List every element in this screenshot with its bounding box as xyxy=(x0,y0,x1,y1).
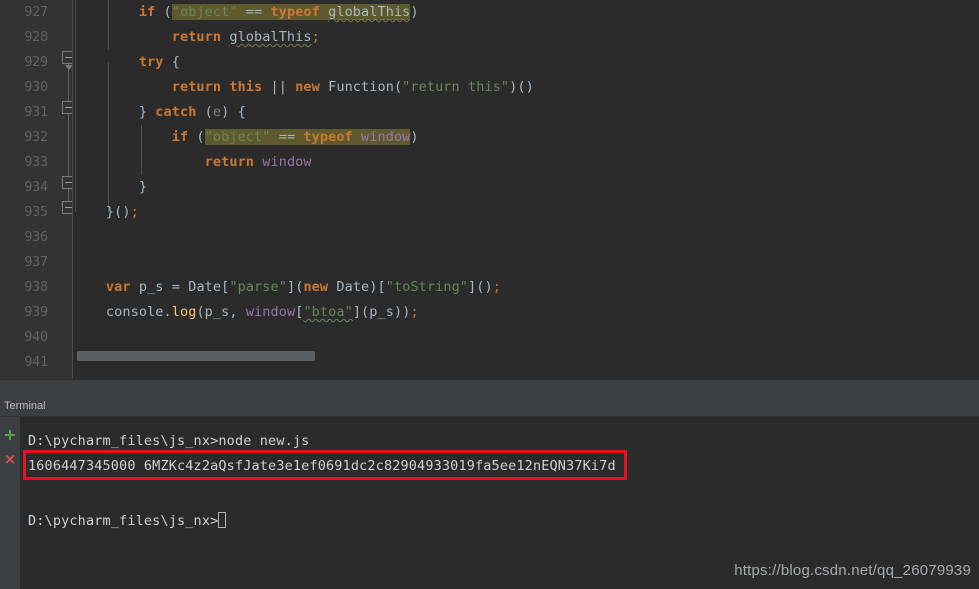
code-line-931[interactable]: } catch (e) { xyxy=(73,100,246,125)
terminal-result-line: 1606447345000 6MZKc4z2aQsfJate3e1ef0691d… xyxy=(28,458,616,474)
line-number: 939 xyxy=(24,304,48,320)
ide-window: 927 928 929 930 931 932 933 934 935 936 … xyxy=(0,0,979,589)
panel-divider[interactable] xyxy=(0,379,979,396)
line-number: 931 xyxy=(24,104,48,120)
line-number: 937 xyxy=(24,254,48,270)
code-folding-column[interactable] xyxy=(60,0,75,379)
code-line-928[interactable]: return globalThis; xyxy=(73,25,320,50)
line-number: 930 xyxy=(24,79,48,95)
code-line-930[interactable]: return this || new Function("return this… xyxy=(73,75,534,100)
line-number: 933 xyxy=(24,154,48,170)
new-session-plus-icon[interactable]: + xyxy=(0,425,20,445)
line-number: 935 xyxy=(24,204,48,220)
code-line-934[interactable]: } xyxy=(73,175,147,200)
code-line-938[interactable]: var p_s = Date["parse"](new Date)["toStr… xyxy=(73,275,501,300)
code-line-939[interactable]: console.log(p_s, window["btoa"](p_s)); xyxy=(73,300,419,325)
code-line-933[interactable]: return window xyxy=(73,150,312,175)
terminal-cursor xyxy=(218,512,227,528)
line-number: 940 xyxy=(24,329,48,345)
code-line-927[interactable]: if ("object" == typeof globalThis) xyxy=(73,0,419,25)
editor-horizontal-scrollbar[interactable] xyxy=(73,351,979,361)
code-line-932[interactable]: if ("object" == typeof window) xyxy=(73,125,419,150)
tab-terminal[interactable]: Terminal xyxy=(0,396,54,416)
terminal-sidebar[interactable]: + × xyxy=(0,417,20,589)
line-number: 932 xyxy=(24,129,48,145)
line-number: 941 xyxy=(24,354,48,370)
terminal-prompt-text: D:\pycharm_files\js_nx> xyxy=(28,513,219,529)
line-number: 928 xyxy=(24,29,48,45)
terminal-tab-bar[interactable]: Terminal xyxy=(0,396,979,417)
line-number: 936 xyxy=(24,229,48,245)
code-line-935[interactable]: }(); xyxy=(73,200,139,225)
terminal-output[interactable]: D:\pycharm_files\js_nx>node new.js 16064… xyxy=(20,417,979,589)
fold-region-line xyxy=(68,62,69,212)
divider-line xyxy=(0,379,979,380)
watermark-url: https://blog.csdn.net/qq_26079939 xyxy=(734,562,971,579)
line-number: 934 xyxy=(24,179,48,195)
terminal-prompt-current[interactable]: D:\pycharm_files\js_nx> xyxy=(28,509,227,533)
code-content[interactable]: if ("object" == typeof globalThis) retur… xyxy=(73,0,979,379)
code-line-929[interactable]: try { xyxy=(73,50,180,75)
scrollbar-thumb[interactable] xyxy=(77,351,315,361)
close-session-x-icon[interactable]: × xyxy=(0,449,20,469)
line-number: 938 xyxy=(24,279,48,295)
line-number: 927 xyxy=(24,4,48,20)
editor-gutter[interactable]: 927 928 929 930 931 932 933 934 935 936 … xyxy=(0,0,75,379)
terminal-prompt-command: D:\pycharm_files\js_nx>node new.js xyxy=(28,433,310,449)
line-number: 929 xyxy=(24,54,48,70)
code-editor[interactable]: 927 928 929 930 931 932 933 934 935 936 … xyxy=(0,0,979,379)
